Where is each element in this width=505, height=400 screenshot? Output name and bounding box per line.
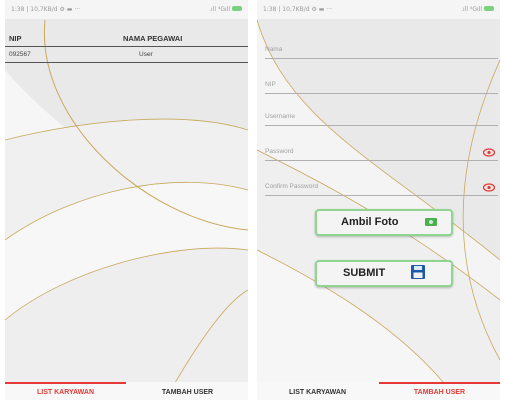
tab-tambah-user-label: TAMBAH USER (161, 389, 214, 396)
list-screen: 1:38 | 10,7KB/d ⚙ ▬ ··· .ıll ⁴Gıll NIP N… (5, 0, 248, 400)
submit-button[interactable]: SUBMIT (315, 260, 453, 287)
battery-icon (484, 6, 494, 11)
signal-indicator: .ıll ⁴Gıll (209, 6, 230, 13)
username-field[interactable]: Username (265, 113, 498, 126)
bottom-tabbar: LIST KARYAWAN TAMBAH USER (5, 382, 248, 400)
submit-label: SUBMIT (343, 267, 386, 279)
camera-icon (425, 218, 437, 226)
battery-icon (232, 6, 242, 11)
floppy-disk-icon (411, 265, 425, 279)
ambil-foto-button[interactable]: Ambil Foto (315, 209, 453, 236)
status-time: 1:38 | 10,7KB/d ⚙ ▬ ··· (11, 6, 81, 13)
confirm-password-placeholder: Confirm Password (265, 183, 319, 190)
status-bar: 1:38 | 10,7KB/d ⚙ ▬ ··· .ıll ⁴Gıll (257, 0, 500, 19)
confirm-password-field[interactable]: Confirm Password (265, 183, 498, 196)
nama-field[interactable]: Nama (265, 46, 498, 59)
tab-list-karyawan[interactable]: LIST KARYAWAN (5, 382, 126, 400)
background-decoration (257, 0, 500, 400)
tab-tambah-user[interactable]: TAMBAH USER (379, 382, 500, 400)
tab-list-karyawan-label: LIST KARYAWAN (36, 389, 95, 396)
nip-placeholder: NIP (265, 81, 276, 88)
row-nama: User (139, 51, 153, 58)
tab-tambah-user[interactable]: TAMBAH USER (127, 382, 248, 400)
username-placeholder: Username (265, 113, 295, 120)
status-bar: 1:38 | 10,7KB/d ⚙ ▬ ··· .ıll ⁴Gıll (5, 0, 248, 19)
add-user-screen: 1:38 | 10,7KB/d ⚙ ▬ ··· .ıll ⁴Gıll Nama … (257, 0, 500, 400)
password-field[interactable]: Password (265, 148, 498, 161)
password-placeholder: Password (265, 148, 294, 155)
nip-field[interactable]: NIP (265, 81, 498, 94)
tab-list-karyawan[interactable]: LIST KARYAWAN (257, 382, 378, 400)
eye-icon[interactable] (483, 148, 495, 157)
ambil-foto-label: Ambil Foto (341, 216, 399, 228)
tab-list-karyawan-label: LIST KARYAWAN (288, 389, 347, 396)
eye-icon[interactable] (483, 183, 495, 192)
signal-indicator: .ıll ⁴Gıll (461, 6, 482, 13)
header-nama-pegawai: NAMA PEGAWAI (123, 34, 183, 43)
table-row[interactable]: 092567 User (5, 48, 248, 63)
nama-placeholder: Nama (265, 46, 283, 53)
row-nip: 092567 (9, 51, 31, 58)
header-nip: NIP (9, 34, 22, 43)
bottom-tabbar: LIST KARYAWAN TAMBAH USER (257, 382, 500, 400)
table-header: NIP NAMA PEGAWAI (5, 32, 248, 47)
status-time: 1:38 | 10,7KB/d ⚙ ▬ ··· (263, 6, 333, 13)
tab-tambah-user-label: TAMBAH USER (413, 389, 466, 396)
